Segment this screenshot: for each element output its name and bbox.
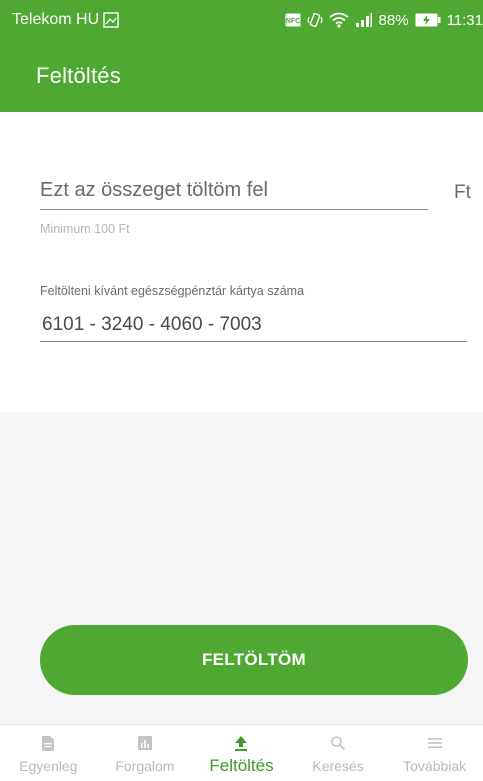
- amount-input[interactable]: [40, 172, 428, 210]
- clock: 11:31: [446, 11, 483, 29]
- nav-item-kereses[interactable]: Keresés: [290, 725, 387, 781]
- bottom-nav: Egyenleg Forgalom Feltöltés Keresés Tová…: [0, 724, 483, 781]
- battery-charging-icon: [415, 13, 441, 27]
- card-number-label: Feltölteni kívánt egészségpénztár kártya…: [40, 284, 305, 298]
- document-icon: [41, 734, 55, 752]
- page-title: Feltöltés: [36, 63, 121, 88]
- card-number-input[interactable]: [40, 308, 467, 342]
- image-icon: [103, 12, 119, 28]
- battery-percent: 88%: [378, 11, 409, 29]
- nav-label-forgalom: Forgalom: [115, 758, 175, 774]
- svg-text:NFC: NFC: [285, 18, 299, 25]
- upload-icon: [233, 734, 249, 752]
- app-bar: Feltöltés: [0, 40, 483, 112]
- status-bar: Telekom HU NFC 88% 11:31: [0, 0, 483, 40]
- chart-icon: [137, 734, 153, 752]
- nav-label-kereses: Keresés: [312, 758, 364, 774]
- nav-label-feltoltes: Feltöltés: [209, 756, 274, 775]
- nav-label-tovabbiak: Továbbiak: [403, 758, 467, 774]
- nav-item-egyenleg[interactable]: Egyenleg: [0, 725, 97, 781]
- amount-row: Ft: [40, 172, 471, 212]
- nav-item-forgalom[interactable]: Forgalom: [97, 725, 194, 781]
- vibrate-icon: [306, 12, 323, 28]
- minimum-amount-hint: Minimum 100 Ft: [40, 222, 130, 236]
- topup-form: Ft Minimum 100 Ft Feltölteni kívánt egés…: [0, 112, 483, 412]
- status-right: NFC 88% 11:31: [285, 12, 483, 29]
- submit-topup-button[interactable]: FELTÖLTÖM: [40, 625, 468, 695]
- nfc-icon: NFC: [285, 13, 301, 27]
- carrier-name: Telekom HU: [12, 11, 100, 28]
- wifi-icon: [328, 12, 349, 28]
- currency-label: Ft: [454, 182, 471, 203]
- search-icon: [330, 734, 346, 752]
- menu-icon: [427, 734, 443, 752]
- signal-icon: [355, 12, 373, 28]
- nav-item-feltoltes[interactable]: Feltöltés: [193, 725, 290, 781]
- status-left: Telekom HU: [12, 11, 119, 29]
- nav-label-egyenleg: Egyenleg: [19, 758, 78, 774]
- nav-item-tovabbiak[interactable]: Továbbiak: [386, 725, 483, 781]
